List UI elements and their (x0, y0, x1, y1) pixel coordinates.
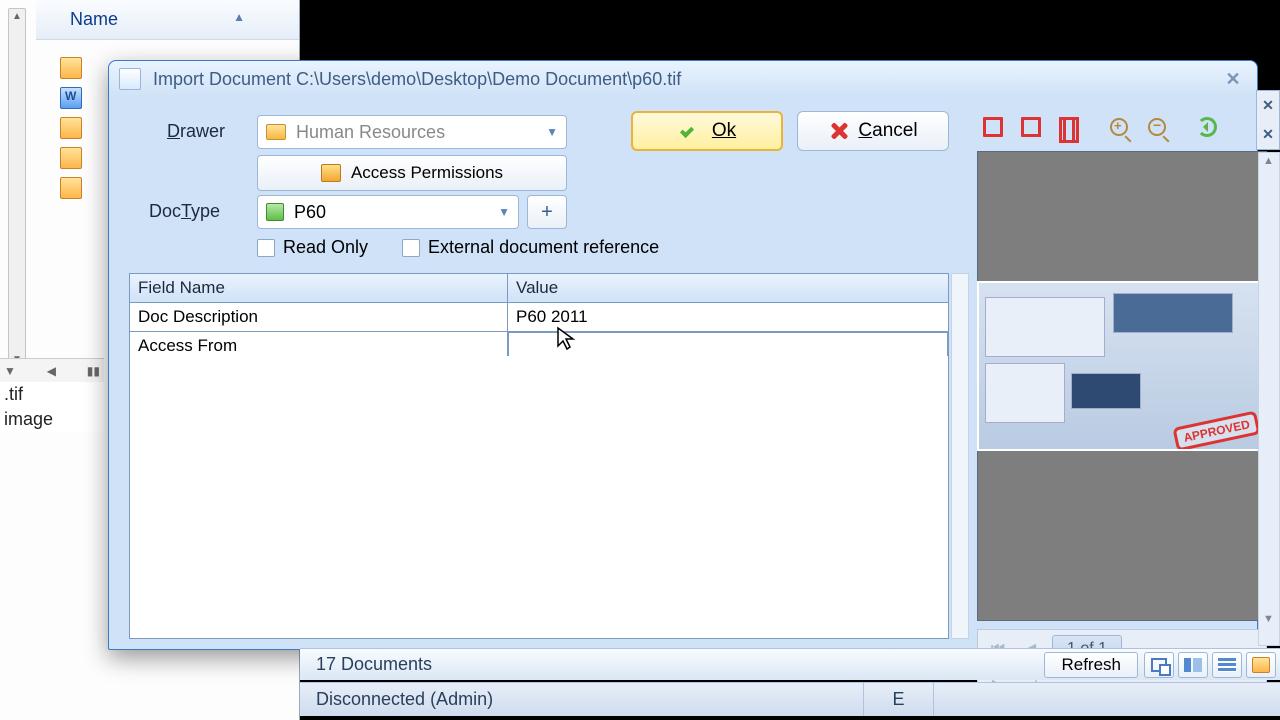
grid-header-fieldname[interactable]: Field Name (130, 274, 508, 303)
external-ref-checkbox[interactable] (402, 239, 420, 257)
image-file-icon (60, 177, 82, 199)
grid-cell-fieldname: Doc Description (130, 303, 508, 332)
image-file-icon (60, 117, 82, 139)
doctype-value: P60 (294, 202, 326, 223)
doctype-combo[interactable]: P60 ▼ (257, 195, 519, 229)
grid-vertical-scrollbar[interactable] (951, 273, 969, 639)
view-list-button[interactable] (1212, 652, 1242, 678)
doctype-icon (266, 203, 284, 221)
view-detail-button[interactable] (1144, 652, 1174, 678)
preview-toolbar (977, 107, 1247, 147)
import-document-dialog: Import Document C:\Users\demo\Desktop\De… (108, 60, 1258, 650)
refresh-button[interactable]: Refresh (1044, 652, 1138, 678)
add-doctype-button[interactable]: + (527, 195, 567, 229)
horizontal-scrollbar[interactable]: ▼◀▮▮ (0, 358, 104, 382)
permissions-icon (321, 164, 341, 182)
drawer-label: Drawer (167, 121, 225, 142)
zoom-out-button[interactable] (1141, 111, 1173, 143)
file-kind: image (0, 407, 104, 432)
file-properties: .tif image (0, 382, 104, 432)
two-page-icon (1059, 117, 1079, 137)
grid-cell-value[interactable]: P60 2011 (508, 303, 948, 332)
connection-status-bar: Disconnected (Admin) E (300, 682, 1280, 716)
column-header-name[interactable]: Name ▲ (36, 0, 299, 40)
right-panel-controls: ✕ ✕ (1256, 90, 1280, 150)
check-icon (678, 119, 702, 143)
refresh-preview-button[interactable] (1191, 111, 1223, 143)
page-width-icon (1021, 117, 1041, 137)
drawer-value: Human Resources (296, 122, 445, 143)
image-file-icon (60, 147, 82, 169)
file-row[interactable] (60, 56, 88, 80)
vertical-scrollbar[interactable]: ▲▼ (8, 8, 26, 368)
plus-icon: + (541, 201, 553, 224)
document-count: 17 Documents (316, 654, 432, 675)
file-row[interactable] (60, 146, 88, 170)
fit-width-button[interactable] (1015, 111, 1047, 143)
grid-header-value[interactable]: Value (508, 274, 948, 303)
preview-thumbnail[interactable]: APPROVED (977, 281, 1267, 451)
connection-status: Disconnected (Admin) (316, 683, 864, 716)
chevron-down-icon: ▼ (498, 205, 510, 219)
status-bar: 17 Documents Refresh (300, 648, 1280, 680)
readonly-label: Read Only (283, 237, 368, 258)
detail-view-icon (1151, 658, 1167, 672)
grid-empty-area (129, 356, 949, 639)
dialog-title: Import Document C:\Users\demo\Desktop\De… (153, 69, 1219, 90)
cancel-button[interactable]: Cancel (797, 111, 949, 151)
ok-button[interactable]: Ok (631, 111, 783, 151)
zoom-in-button[interactable] (1103, 111, 1135, 143)
dialog-titlebar[interactable]: Import Document C:\Users\demo\Desktop\De… (109, 61, 1257, 97)
word-file-icon (60, 87, 82, 109)
view-split-button[interactable] (1178, 652, 1208, 678)
drawer-combo[interactable]: Human Resources ▼ (257, 115, 567, 149)
folder-view-icon (1252, 657, 1270, 673)
split-view-icon (1184, 658, 1202, 672)
access-permissions-label: Access Permissions (351, 163, 503, 183)
list-view-icon (1218, 658, 1236, 672)
zoom-out-icon (1148, 118, 1166, 136)
two-page-button[interactable] (1053, 111, 1085, 143)
file-row[interactable] (60, 86, 88, 110)
x-icon (828, 120, 850, 142)
chevron-down-icon: ▼ (546, 125, 558, 139)
folder-icon (266, 124, 286, 140)
readonly-checkbox[interactable] (257, 239, 275, 257)
ok-button-label: Ok (712, 120, 736, 142)
right-vertical-scrollbar[interactable]: ▲▼ (1258, 152, 1280, 646)
image-file-icon (60, 57, 82, 79)
column-header-label: Name (70, 9, 118, 30)
refresh-icon (1197, 117, 1217, 137)
file-row[interactable] (60, 116, 88, 140)
doctype-label: DocType (149, 201, 220, 222)
fields-grid: Field Name Value Doc Description P60 201… (129, 273, 949, 362)
zoom-in-icon (1110, 118, 1128, 136)
view-folder-button[interactable] (1246, 652, 1276, 678)
file-extension: .tif (0, 382, 104, 407)
status-mode: E (864, 683, 934, 716)
close-button[interactable]: ✕ (1219, 68, 1247, 90)
file-row[interactable] (60, 176, 88, 200)
app-icon (119, 68, 141, 90)
access-permissions-button[interactable]: Access Permissions (257, 155, 567, 191)
page-icon (983, 117, 1003, 137)
sort-asc-icon: ▲ (233, 10, 245, 24)
external-ref-label: External document reference (428, 237, 659, 258)
fit-page-button[interactable] (977, 111, 1009, 143)
close-tab-icon[interactable]: ✕ (1262, 126, 1274, 143)
close-panel-icon[interactable]: ✕ (1262, 97, 1274, 114)
approved-stamp: APPROVED (1172, 410, 1260, 451)
grid-row[interactable]: Doc Description P60 2011 (130, 303, 948, 332)
